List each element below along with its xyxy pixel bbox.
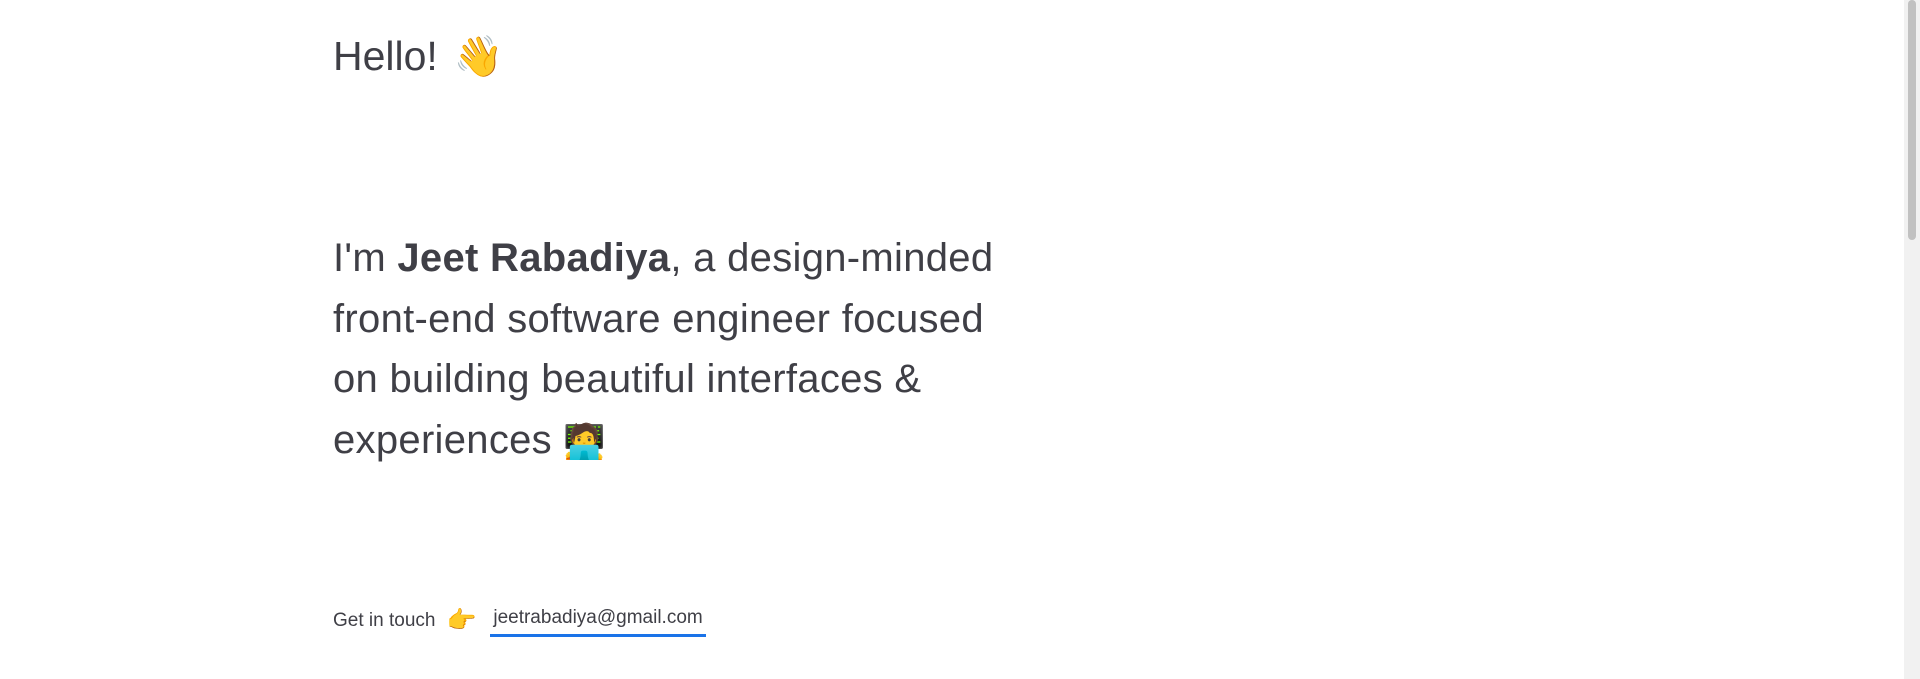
email-link[interactable]: jeetrabadiya@gmail.com <box>490 604 706 637</box>
greeting-text: Hello! <box>333 33 438 79</box>
greeting-heading: Hello! 👋 <box>333 30 504 83</box>
scrollbar-thumb[interactable] <box>1908 0 1916 240</box>
author-name: Jeet Rabadiya <box>397 236 671 280</box>
contact-label: Get in touch <box>333 609 436 631</box>
technologist-icon: 🧑‍💻 <box>563 422 607 461</box>
vertical-scrollbar[interactable] <box>1904 0 1920 679</box>
waving-hand-icon: 👋 <box>453 35 504 79</box>
pointing-right-icon: 👉 <box>446 606 477 634</box>
portfolio-page: Hello! 👋 I'm Jeet Rabadiya, a design-mind… <box>0 0 1904 679</box>
intro-prefix: I'm <box>333 236 398 280</box>
intro-paragraph: I'm Jeet Rabadiya, a design-minded front… <box>333 228 1033 472</box>
contact-section: Get in touch 👉 jeetrabadiya@gmail.com <box>333 604 706 637</box>
